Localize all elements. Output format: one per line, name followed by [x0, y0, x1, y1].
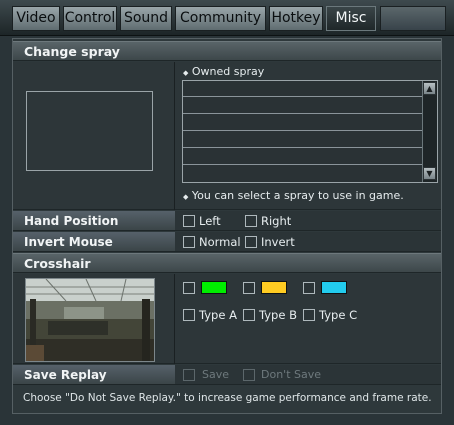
save-replay-save-label: Save — [202, 368, 230, 381]
mouse-invert-checkbox[interactable] — [245, 236, 257, 248]
save-replay-label: Save Replay — [13, 365, 175, 385]
list-item[interactable] — [183, 81, 422, 97]
crosshair-type-a-checkbox[interactable] — [183, 309, 195, 321]
invert-mouse-label: Invert Mouse — [13, 232, 175, 252]
save-replay-text: Save Replay — [24, 368, 107, 382]
hand-left-label: Left — [199, 214, 221, 228]
color-swatch-cyan[interactable] — [321, 281, 347, 294]
crosshair-type-a-label: Type A — [199, 308, 237, 322]
misc-panel: Change spray ◆ Owned spray ▲ ▼ ◆ You can… — [12, 38, 442, 414]
save-replay-save-checkbox[interactable] — [183, 369, 195, 381]
crosshair-type-b-checkbox[interactable] — [243, 309, 255, 321]
column-divider — [174, 62, 175, 210]
scroll-down-icon[interactable]: ▼ — [423, 167, 436, 180]
color-swatch-green[interactable] — [201, 281, 227, 294]
spray-hint: ◆ You can select a spray to use in game. — [183, 189, 439, 203]
color-swatch-yellow[interactable] — [261, 281, 287, 294]
mouse-normal-checkbox[interactable] — [183, 236, 195, 248]
crosshair-color-checkbox[interactable] — [243, 282, 255, 294]
list-item[interactable] — [183, 98, 422, 114]
mouse-invert-label: Invert — [261, 235, 295, 249]
tab-hotkey[interactable]: Hotkey — [269, 6, 323, 31]
scroll-up-icon[interactable]: ▲ — [423, 82, 436, 95]
save-replay-dont-save-checkbox[interactable] — [243, 369, 255, 381]
footer-hint: Choose "Do Not Save Replay." to increase… — [23, 392, 432, 404]
change-spray-header: Change spray — [13, 41, 441, 61]
crosshair-type-b-label: Type B — [259, 308, 297, 322]
list-item[interactable] — [183, 115, 422, 131]
tab-bar-filler — [380, 6, 446, 31]
warehouse-scene-icon — [26, 279, 154, 361]
mouse-normal-label: Normal — [199, 235, 241, 249]
owned-spray-list[interactable]: ▲ ▼ — [182, 80, 438, 183]
owned-spray-header: ◆ Owned spray — [183, 65, 383, 79]
hand-right-label: Right — [261, 214, 292, 228]
list-item[interactable] — [183, 132, 422, 148]
spray-hint-text: You can select a spray to use in game. — [191, 189, 404, 202]
column-divider — [174, 274, 175, 364]
crosshair-type-c-label: Type C — [319, 308, 358, 322]
hand-position-text: Hand Position — [24, 214, 119, 228]
crosshair-color-checkbox[interactable] — [183, 282, 195, 294]
crosshair-type-c-checkbox[interactable] — [303, 309, 315, 321]
crosshair-preview-image — [25, 278, 155, 362]
hand-right-checkbox[interactable] — [245, 215, 257, 227]
tab-community[interactable]: Community — [175, 6, 266, 31]
spray-preview — [26, 91, 153, 171]
crosshair-title: Crosshair — [24, 256, 91, 271]
owned-spray-label: Owned spray — [191, 65, 265, 78]
change-spray-title: Change spray — [24, 44, 120, 59]
bullet-icon: ◆ — [183, 69, 189, 77]
hand-position-label: Hand Position — [13, 211, 175, 231]
crosshair-header: Crosshair — [13, 253, 441, 273]
list-item[interactable] — [183, 149, 422, 165]
bullet-icon: ◆ — [183, 193, 189, 201]
save-replay-dont-save-label: Don't Save — [261, 368, 322, 381]
tab-video[interactable]: Video — [12, 6, 60, 31]
hand-left-checkbox[interactable] — [183, 215, 195, 227]
invert-mouse-text: Invert Mouse — [24, 235, 113, 249]
tab-misc[interactable]: Misc — [326, 6, 376, 31]
tab-control[interactable]: Control — [63, 6, 117, 31]
tab-sound[interactable]: Sound — [120, 6, 172, 31]
crosshair-color-checkbox[interactable] — [303, 282, 315, 294]
